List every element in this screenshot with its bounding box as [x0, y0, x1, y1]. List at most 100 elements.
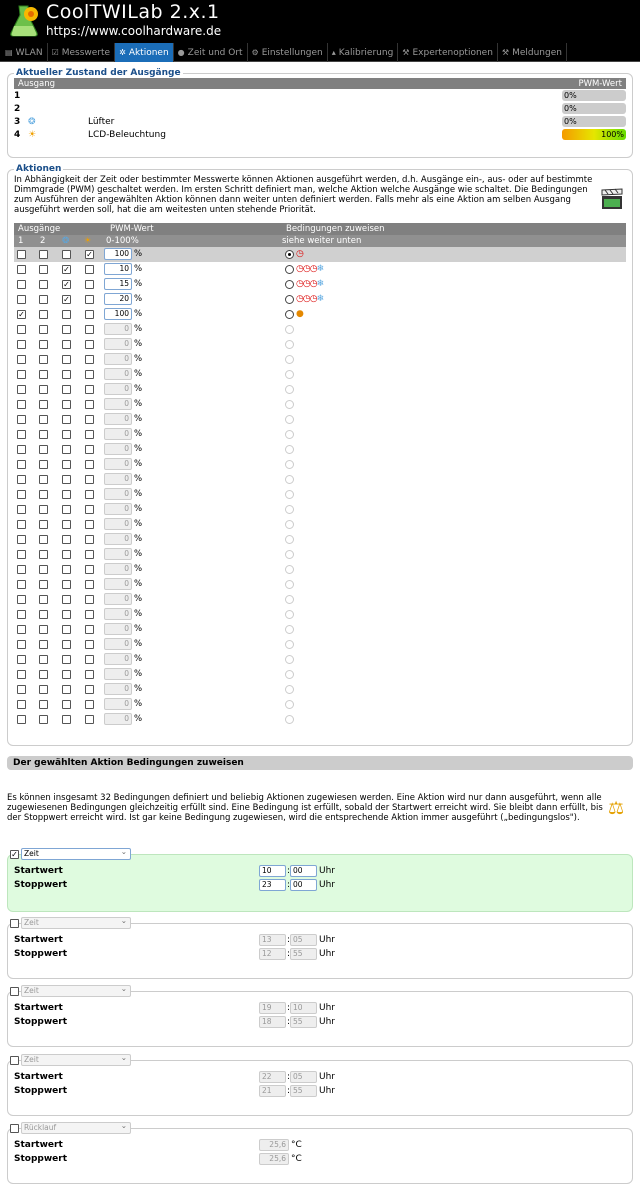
- start-hour-select[interactable]: 13: [259, 934, 286, 946]
- action-select-radio[interactable]: [285, 400, 294, 409]
- output-checkbox[interactable]: [62, 580, 71, 589]
- output-checkbox[interactable]: [62, 325, 71, 334]
- output-checkbox[interactable]: [62, 430, 71, 439]
- output-checkbox[interactable]: [62, 565, 71, 574]
- pwm-input[interactable]: 0: [104, 443, 132, 455]
- condition-checkbox[interactable]: [10, 918, 19, 928]
- output-checkbox[interactable]: [39, 385, 48, 394]
- action-select-radio[interactable]: [285, 325, 294, 334]
- pwm-input[interactable]: 20: [104, 293, 132, 305]
- output-checkbox[interactable]: [17, 265, 26, 274]
- output-checkbox[interactable]: [17, 595, 26, 604]
- output-checkbox[interactable]: [62, 310, 71, 319]
- stop-minute-select[interactable]: 55: [290, 948, 317, 960]
- output-checkbox[interactable]: [17, 355, 26, 364]
- output-checkbox[interactable]: [17, 715, 26, 724]
- pwm-input[interactable]: 0: [104, 578, 132, 590]
- output-checkbox[interactable]: [17, 280, 26, 289]
- action-select-radio[interactable]: [285, 580, 294, 589]
- output-checkbox[interactable]: [62, 490, 71, 499]
- output-checkbox[interactable]: ✓: [62, 280, 71, 289]
- output-checkbox[interactable]: [39, 280, 48, 289]
- pwm-input[interactable]: 10: [104, 263, 132, 275]
- action-select-radio[interactable]: [285, 430, 294, 439]
- output-checkbox[interactable]: [62, 475, 71, 484]
- action-select-radio[interactable]: [285, 460, 294, 469]
- output-checkbox[interactable]: [85, 550, 94, 559]
- pwm-input[interactable]: 0: [104, 683, 132, 695]
- pwm-input[interactable]: 0: [104, 428, 132, 440]
- action-select-radio[interactable]: [285, 265, 294, 274]
- action-select-radio[interactable]: [285, 520, 294, 529]
- output-checkbox[interactable]: [17, 700, 26, 709]
- output-checkbox[interactable]: [39, 310, 48, 319]
- output-checkbox[interactable]: ✓: [62, 295, 71, 304]
- output-checkbox[interactable]: [39, 430, 48, 439]
- output-checkbox[interactable]: [62, 625, 71, 634]
- stop-value-input[interactable]: 25,6: [259, 1153, 289, 1165]
- output-checkbox[interactable]: [62, 610, 71, 619]
- output-checkbox[interactable]: [39, 250, 48, 259]
- output-checkbox[interactable]: [17, 520, 26, 529]
- start-minute-select[interactable]: 05: [290, 1071, 317, 1083]
- pwm-input[interactable]: 0: [104, 623, 132, 635]
- output-checkbox[interactable]: [62, 250, 71, 259]
- tab-messwerte[interactable]: ☑ Messwerte: [48, 43, 116, 62]
- output-checkbox[interactable]: [17, 610, 26, 619]
- output-checkbox[interactable]: [62, 655, 71, 664]
- output-checkbox[interactable]: [17, 295, 26, 304]
- start-minute-select[interactable]: 10: [290, 1002, 317, 1014]
- output-checkbox[interactable]: [62, 550, 71, 559]
- output-checkbox[interactable]: [62, 595, 71, 604]
- output-checkbox[interactable]: [39, 355, 48, 364]
- condition-checkbox[interactable]: [10, 1123, 19, 1133]
- tab-einstellungen[interactable]: ⚙ Einstellungen: [248, 43, 328, 62]
- output-checkbox[interactable]: [62, 370, 71, 379]
- output-checkbox[interactable]: [39, 400, 48, 409]
- output-checkbox[interactable]: [39, 520, 48, 529]
- output-checkbox[interactable]: [62, 445, 71, 454]
- output-checkbox[interactable]: [62, 700, 71, 709]
- output-checkbox[interactable]: [85, 265, 94, 274]
- pwm-input[interactable]: 0: [104, 323, 132, 335]
- condition-checkbox[interactable]: ✓: [10, 849, 19, 859]
- output-checkbox[interactable]: [62, 685, 71, 694]
- action-select-radio[interactable]: [285, 610, 294, 619]
- output-checkbox[interactable]: ✓: [17, 310, 26, 319]
- stop-minute-select[interactable]: 00: [290, 879, 317, 891]
- output-checkbox[interactable]: [85, 400, 94, 409]
- condition-type-select[interactable]: Zeit: [21, 984, 131, 997]
- output-checkbox[interactable]: [62, 520, 71, 529]
- tab-aktionen[interactable]: ✲ Aktionen: [115, 43, 174, 62]
- pwm-input[interactable]: 0: [104, 353, 132, 365]
- pwm-input[interactable]: 0: [104, 503, 132, 515]
- action-select-radio[interactable]: [285, 535, 294, 544]
- output-checkbox[interactable]: [17, 460, 26, 469]
- output-checkbox[interactable]: [17, 385, 26, 394]
- stop-hour-select[interactable]: 12: [259, 948, 286, 960]
- output-checkbox[interactable]: [85, 655, 94, 664]
- output-checkbox[interactable]: [17, 490, 26, 499]
- stop-minute-select[interactable]: 55: [290, 1085, 317, 1097]
- output-checkbox[interactable]: ✓: [85, 250, 94, 259]
- output-checkbox[interactable]: [85, 430, 94, 439]
- stop-minute-select[interactable]: 55: [290, 1016, 317, 1028]
- pwm-input[interactable]: 100: [104, 248, 132, 260]
- pwm-input[interactable]: 0: [104, 668, 132, 680]
- action-select-radio[interactable]: [285, 700, 294, 709]
- output-checkbox[interactable]: [17, 625, 26, 634]
- action-select-radio[interactable]: [285, 685, 294, 694]
- stop-hour-select[interactable]: 18: [259, 1016, 286, 1028]
- output-checkbox[interactable]: [39, 565, 48, 574]
- output-checkbox[interactable]: [17, 655, 26, 664]
- output-checkbox[interactable]: [85, 670, 94, 679]
- output-checkbox[interactable]: [39, 550, 48, 559]
- pwm-input[interactable]: 0: [104, 698, 132, 710]
- output-checkbox[interactable]: [85, 370, 94, 379]
- pwm-input[interactable]: 0: [104, 713, 132, 725]
- output-checkbox[interactable]: [62, 535, 71, 544]
- tab-kalibrierung[interactable]: ▴ Kalibrierung: [328, 43, 399, 62]
- output-checkbox[interactable]: [85, 595, 94, 604]
- output-checkbox[interactable]: [85, 355, 94, 364]
- output-checkbox[interactable]: [39, 610, 48, 619]
